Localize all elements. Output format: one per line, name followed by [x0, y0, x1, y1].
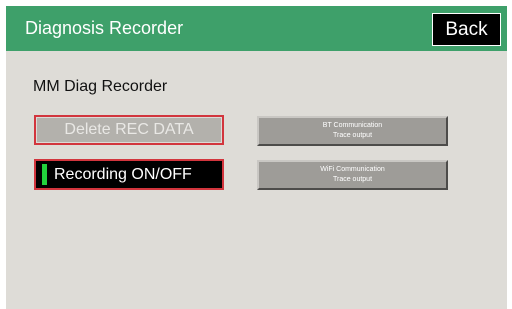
back-button[interactable]: Back	[432, 13, 501, 46]
bt-trace-label-line1: BT Communication	[322, 122, 383, 129]
section-title: MM Diag Recorder	[33, 78, 168, 95]
delete-rec-data-button[interactable]: Delete REC DATA	[34, 115, 224, 145]
bt-trace-output-button[interactable]: BT Communication Trace output	[257, 116, 448, 146]
header-bar: Diagnosis Recorder Back	[6, 6, 507, 51]
wifi-trace-label-line1: WiFi Communication	[320, 166, 385, 173]
page-title: Diagnosis Recorder	[25, 18, 184, 38]
wifi-trace-output-button[interactable]: WiFi Communication Trace output	[257, 160, 448, 190]
recording-status-indicator	[42, 164, 47, 185]
diagnosis-recorder-screen: Diagnosis Recorder Back MM Diag Recorder…	[6, 6, 507, 309]
wifi-trace-label-line2: Trace output	[332, 176, 373, 183]
recording-toggle-label: Recording ON/OFF	[54, 166, 192, 183]
recording-toggle-button[interactable]: Recording ON/OFF	[34, 159, 224, 190]
bt-trace-label-line2: Trace output	[332, 132, 373, 139]
